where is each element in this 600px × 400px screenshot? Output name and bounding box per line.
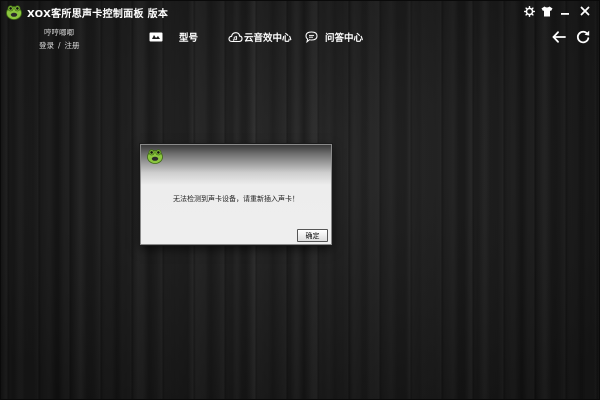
register-link[interactable]: 注册 [65, 41, 80, 50]
nav-item-model[interactable]: 型号 [149, 29, 198, 45]
refresh-icon[interactable] [574, 28, 592, 46]
arrow-left-icon[interactable] [550, 28, 568, 46]
nav-item-label: 云音效中心 [244, 33, 292, 44]
error-dialog: 无法检测到声卡设备，请重新插入声卡！ 确定 [140, 144, 332, 245]
frog-logo-icon [6, 4, 22, 20]
minimize-icon[interactable] [557, 3, 573, 19]
title-bar[interactable]: XOX客所思声卡控制面板 版本 [1, 1, 599, 23]
chat-bubble-icon [305, 31, 318, 43]
auth-separator: / [58, 41, 61, 50]
model-icon [149, 32, 163, 42]
nav-item-qa[interactable]: 问答中心 [305, 29, 363, 45]
app-title: XOX客所思声卡控制面板 版本 [27, 9, 169, 20]
nav-item-label: 型号 [179, 33, 199, 44]
close-icon[interactable] [577, 3, 593, 19]
cloud-icon [228, 31, 243, 43]
skin-icon[interactable] [539, 3, 555, 19]
settings-icon[interactable] [521, 3, 537, 19]
ok-button[interactable]: 确定 [297, 229, 328, 242]
frog-logo-icon [147, 148, 163, 164]
login-link[interactable]: 登录 [39, 41, 54, 50]
nav-item-label: 问答中心 [325, 33, 364, 44]
auth-links: 登录 / 注册 [39, 40, 80, 51]
nav-item-cloud[interactable]: 云音效中心 [228, 29, 292, 45]
app-window: XOX客所思声卡控制面板 版本 哼哼唧唧 登录 / 注册 型号 云音效中心 问答… [0, 0, 600, 400]
username-label: 哼哼唧唧 [44, 28, 74, 37]
dialog-title-bar[interactable] [141, 145, 331, 167]
dialog-message: 无法检测到声卡设备，请重新插入声卡！ [173, 195, 299, 203]
